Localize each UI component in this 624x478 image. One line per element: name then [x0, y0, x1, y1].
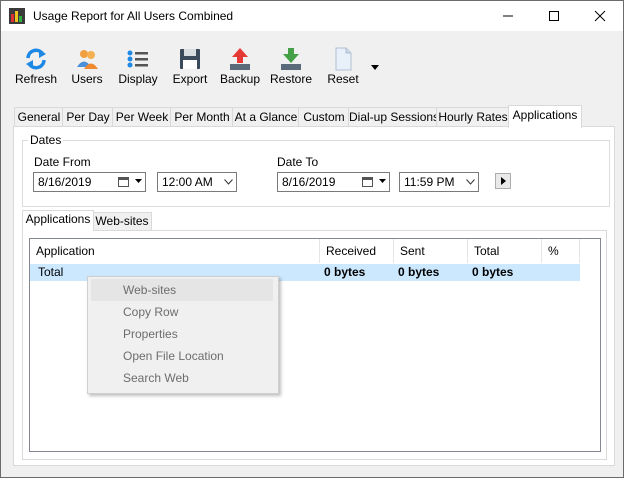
refresh-icon	[26, 48, 46, 70]
date-to-picker[interactable]: 8/16/2019	[277, 172, 390, 192]
time-to-select[interactable]: 11:59 PM	[399, 172, 479, 192]
date-to-label: Date To	[277, 155, 319, 169]
cell-received: 0 bytes	[324, 265, 366, 279]
date-to-value: 8/16/2019	[282, 175, 336, 189]
users-icon	[77, 50, 98, 69]
refresh-button[interactable]: Refresh	[13, 45, 59, 95]
menu-item-search-web[interactable]: Search Web	[91, 367, 273, 389]
users-label: Users	[71, 72, 103, 86]
column-header-percent[interactable]: %	[542, 239, 580, 263]
restore-button[interactable]: Restore	[269, 45, 313, 95]
cell-application: Total	[38, 265, 64, 279]
date-from-value: 8/16/2019	[38, 175, 92, 189]
chevron-down-icon	[135, 179, 142, 183]
tab-at-a-glance[interactable]: At a Glance	[232, 107, 300, 127]
reset-button[interactable]: Reset	[323, 45, 363, 95]
display-label: Display	[118, 72, 158, 86]
users-button[interactable]: Users	[67, 45, 107, 95]
minimize-icon	[503, 15, 513, 17]
subtab-web-sites[interactable]: Web-sites	[92, 212, 152, 231]
context-menu: Web-sites Copy Row Properties Open File …	[87, 276, 279, 394]
tab-custom[interactable]: Custom	[298, 107, 350, 127]
close-button[interactable]	[577, 1, 623, 31]
display-button[interactable]: Display	[117, 45, 159, 95]
maximize-icon	[549, 11, 559, 21]
date-from-picker[interactable]: 8/16/2019	[33, 172, 146, 192]
document-icon	[335, 47, 352, 71]
export-label: Export	[172, 72, 208, 86]
dates-group-label: Dates	[28, 133, 64, 147]
date-from-label: Date From	[34, 155, 91, 169]
chevron-down-icon	[224, 179, 233, 185]
backup-icon	[230, 48, 250, 70]
minimize-button[interactable]	[485, 1, 531, 31]
cell-total: 0 bytes	[472, 265, 514, 279]
chevron-down-icon	[379, 179, 386, 183]
restore-icon	[281, 48, 301, 70]
cell-sent: 0 bytes	[398, 265, 440, 279]
chevron-down-icon[interactable]	[371, 65, 379, 70]
tab-per-week[interactable]: Per Week	[112, 107, 172, 127]
export-button[interactable]: Export	[169, 45, 211, 95]
column-header-received[interactable]: Received	[320, 239, 394, 263]
play-arrow-icon	[501, 177, 506, 185]
window-title: Usage Report for All Users Combined	[33, 9, 234, 23]
save-icon	[180, 49, 200, 69]
report-window: Usage Report for All Users Combined Refr…	[0, 0, 624, 478]
tab-hourly-rates[interactable]: Hourly Rates	[436, 107, 510, 127]
tab-per-day[interactable]: Per Day	[62, 107, 114, 127]
tab-per-month[interactable]: Per Month	[170, 107, 234, 127]
column-header-sent[interactable]: Sent	[394, 239, 468, 263]
calendar-icon	[118, 177, 129, 187]
tab-applications[interactable]: Applications	[508, 105, 582, 128]
tab-general[interactable]: General	[14, 107, 64, 127]
title-bar[interactable]: Usage Report for All Users Combined	[1, 1, 623, 31]
tab-dial-up-sessions[interactable]: Dial-up Sessions	[348, 107, 439, 127]
time-from-select[interactable]: 12:00 AM	[157, 172, 237, 192]
menu-item-copy-row[interactable]: Copy Row	[91, 301, 273, 323]
menu-item-properties[interactable]: Properties	[91, 323, 273, 345]
menu-item-web-sites[interactable]: Web-sites	[91, 279, 273, 301]
close-icon	[594, 10, 606, 22]
chevron-down-icon	[466, 179, 475, 185]
subtab-applications[interactable]: Applications	[22, 210, 94, 231]
apply-dates-button[interactable]	[495, 173, 511, 189]
maximize-button[interactable]	[531, 1, 577, 31]
display-icon	[127, 50, 148, 68]
time-from-value: 12:00 AM	[162, 175, 213, 189]
menu-item-open-file-location[interactable]: Open File Location	[91, 345, 273, 367]
backup-label: Backup	[219, 72, 261, 86]
toolbar: Refresh Users Display Export Backup Rest…	[1, 31, 623, 101]
time-to-value: 11:59 PM	[404, 175, 455, 189]
app-icon	[9, 8, 25, 24]
restore-label: Restore	[269, 72, 313, 86]
column-header-application[interactable]: Application	[30, 239, 320, 263]
column-header-total[interactable]: Total	[468, 239, 542, 263]
refresh-label: Refresh	[14, 72, 58, 86]
reset-label: Reset	[327, 72, 359, 86]
calendar-icon	[362, 177, 373, 187]
backup-button[interactable]: Backup	[219, 45, 261, 95]
